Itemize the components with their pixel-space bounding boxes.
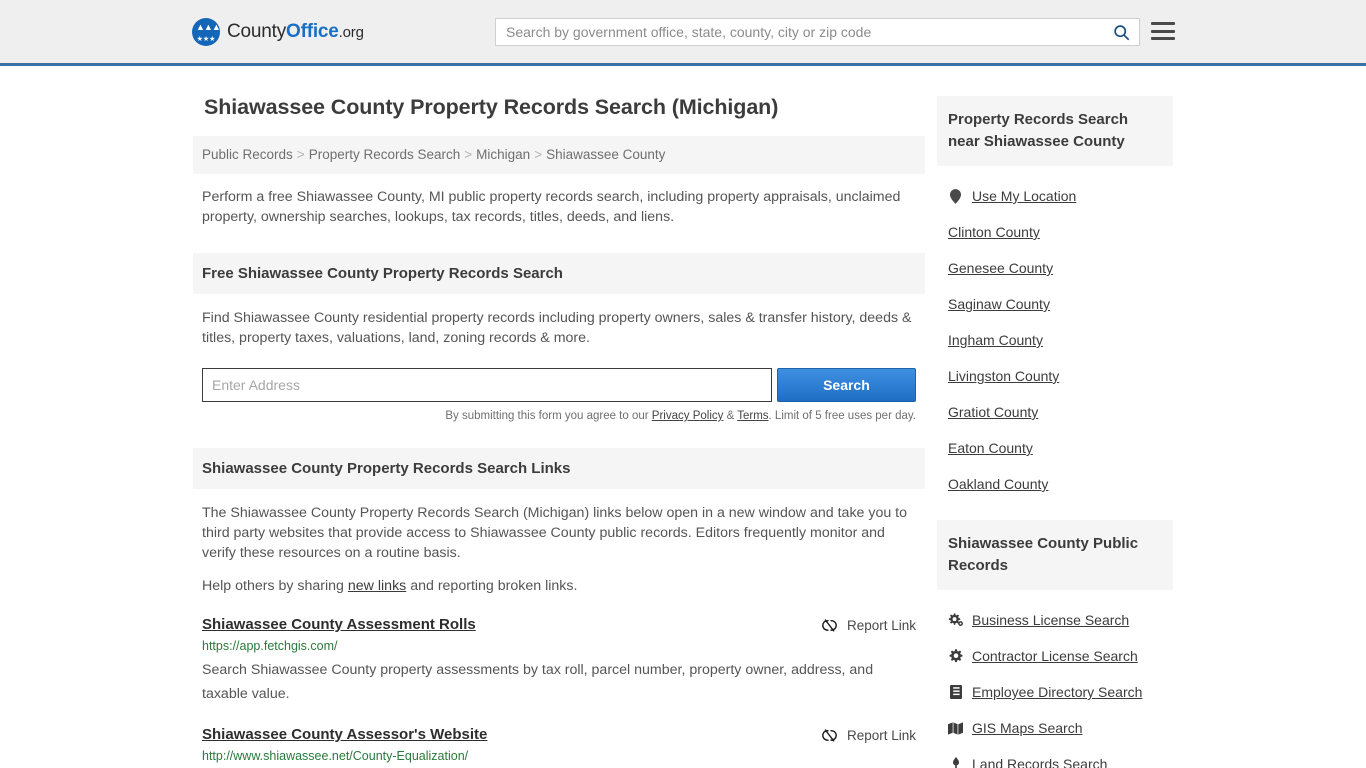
breadcrumb: Public Records > Property Records Search > M…	[193, 136, 925, 174]
sidebar-public-records-link[interactable]: Contractor License Search	[972, 648, 1138, 664]
sidebar-nearby-link[interactable]: Eaton County	[948, 440, 1033, 456]
terms-link[interactable]: Terms	[737, 410, 768, 422]
landmark-icon	[948, 756, 963, 768]
help-suffix: and reporting broken links.	[406, 578, 578, 594]
logo-text-part2: Office	[286, 20, 339, 42]
breadcrumb-item-2[interactable]: Michigan	[476, 147, 530, 162]
hamburger-bar	[1151, 37, 1175, 40]
sidebar-public-records-link[interactable]: Land Records Search	[972, 756, 1107, 768]
sidebar-item-use-my-location[interactable]: Use My Location	[948, 178, 1173, 214]
site-logo-text: CountyOffice.org	[227, 21, 364, 43]
page-body: Shiawassee County Property Records Searc…	[0, 66, 1366, 768]
sidebar-public-records-list: Business License Search Contractor Licen…	[937, 590, 1173, 768]
result-url: https://app.fetchgis.com/	[202, 639, 338, 653]
breadcrumb-item-3[interactable]: Shiawassee County	[546, 147, 665, 162]
hamburger-bar	[1151, 29, 1175, 33]
page-title: Shiawassee County Property Records Searc…	[204, 95, 779, 119]
sidebar-public-records-link[interactable]: Business License Search	[972, 612, 1129, 628]
sidebar-nearby-link[interactable]: Clinton County	[948, 224, 1040, 240]
search-icon	[1113, 24, 1129, 40]
result-item: Shiawassee County Assessment Rolls Repor…	[202, 616, 916, 706]
breadcrumb-separator: >	[534, 147, 543, 162]
map-icon	[948, 720, 963, 736]
breadcrumb-separator: >	[296, 147, 305, 162]
global-search-button[interactable]	[1103, 19, 1139, 45]
sidebar-nearby-link[interactable]: Genesee County	[948, 260, 1053, 276]
sidebar-item-genesee-county[interactable]: Genesee County	[948, 250, 1173, 286]
report-link-button[interactable]: Report Link	[821, 616, 916, 633]
links-section-help: Help others by sharing new links and rep…	[202, 576, 916, 596]
sidebar-public-records-link[interactable]: Employee Directory Search	[972, 684, 1142, 700]
sidebar-public-records-link[interactable]: GIS Maps Search	[972, 720, 1083, 736]
report-link-label: Report Link	[846, 618, 916, 633]
links-section-paragraph: The Shiawassee County Property Records S…	[202, 505, 908, 561]
sidebar: Property Records Search near Shiawassee …	[937, 96, 1173, 768]
report-link-button[interactable]: Report Link	[821, 726, 916, 743]
sidebar-item-eaton-county[interactable]: Eaton County	[948, 430, 1173, 466]
links-section-heading: Shiawassee County Property Records Searc…	[193, 448, 925, 489]
sidebar-item-gis-maps-search[interactable]: GIS Maps Search	[948, 710, 1173, 746]
result-title-link[interactable]: Shiawassee County Assessment Rolls	[202, 616, 476, 633]
breadcrumb-item-1[interactable]: Property Records Search	[309, 147, 461, 162]
sidebar-nearby-link[interactable]: Livingston County	[948, 368, 1059, 384]
sidebar-nearby-list: Use My Location Clinton County Genesee C…	[937, 166, 1173, 502]
result-description: Search Shiawassee County property assess…	[202, 662, 874, 702]
sidebar-nearby-link[interactable]: Gratiot County	[948, 404, 1038, 420]
global-search-box[interactable]	[495, 18, 1140, 46]
disclaimer-amp: &	[723, 410, 738, 422]
help-prefix: Help others by sharing	[202, 578, 348, 594]
hamburger-bar	[1151, 22, 1175, 25]
logo-text-part3: .org	[338, 23, 364, 41]
broken-link-icon	[822, 619, 837, 632]
breadcrumb-separator: >	[464, 147, 473, 162]
result-url: http://www.shiawassee.net/County-Equaliz…	[202, 749, 469, 763]
sidebar-item-oakland-county[interactable]: Oakland County	[948, 466, 1173, 502]
disclaimer-prefix: By submitting this form you agree to our	[445, 410, 652, 422]
global-search-input[interactable]	[496, 19, 1103, 45]
result-item: Shiawassee County Assessor's Website Rep…	[202, 726, 916, 768]
site-header: ▲▲▲ ★★★ CountyOffice.org	[0, 0, 1366, 66]
address-search-form: Search	[202, 368, 916, 402]
sidebar-item-business-license-search[interactable]: Business License Search	[948, 602, 1173, 638]
hamburger-menu-icon[interactable]	[1151, 21, 1175, 41]
logo-text-part1: County	[227, 20, 287, 42]
free-search-description: Find Shiawassee County residential prope…	[202, 310, 912, 346]
form-disclaimer: By submitting this form you agree to our…	[202, 410, 916, 422]
sidebar-item-contractor-license-search[interactable]: Contractor License Search	[948, 638, 1173, 674]
address-input[interactable]	[202, 368, 772, 402]
new-links-link[interactable]: new links	[348, 578, 406, 594]
broken-link-icon	[822, 729, 837, 742]
sidebar-nearby-link[interactable]: Saginaw County	[948, 296, 1050, 312]
sidebar-item-employee-directory-search[interactable]: Employee Directory Search	[948, 674, 1173, 710]
cog-icon	[948, 648, 963, 664]
sidebar-nearby-link[interactable]: Oakland County	[948, 476, 1048, 492]
sidebar-item-livingston-county[interactable]: Livingston County	[948, 358, 1173, 394]
sidebar-item-land-records-search[interactable]: Land Records Search	[948, 746, 1173, 768]
main-content: Shiawassee County Property Records Searc…	[193, 86, 925, 768]
sidebar-nearby-link[interactable]: Use My Location	[972, 188, 1076, 204]
report-link-label: Report Link	[846, 728, 916, 743]
sidebar-nearby-box: Property Records Search near Shiawassee …	[937, 96, 1173, 502]
map-pin-icon	[948, 188, 963, 204]
disclaimer-suffix: . Limit of 5 free uses per day.	[768, 410, 916, 422]
eagle-logo-icon: ▲▲▲ ★★★	[192, 17, 220, 46]
sidebar-item-saginaw-county[interactable]: Saginaw County	[948, 286, 1173, 322]
address-search-button[interactable]: Search	[776, 368, 916, 402]
site-logo[interactable]: ▲▲▲ ★★★ CountyOffice.org	[192, 17, 364, 46]
sidebar-public-records-box: Shiawassee County Public Records Busines…	[937, 520, 1173, 768]
sidebar-nearby-link[interactable]: Ingham County	[948, 332, 1043, 348]
result-title-link[interactable]: Shiawassee County Assessor's Website	[202, 726, 487, 743]
sidebar-item-gratiot-county[interactable]: Gratiot County	[948, 394, 1173, 430]
page-intro-text: Perform a free Shiawassee County, MI pub…	[202, 189, 901, 225]
sidebar-public-records-heading: Shiawassee County Public Records	[937, 520, 1173, 590]
sidebar-nearby-heading: Property Records Search near Shiawassee …	[937, 96, 1173, 166]
sidebar-item-clinton-county[interactable]: Clinton County	[948, 214, 1173, 250]
cogs-icon	[948, 612, 963, 628]
id-card-icon	[948, 684, 963, 700]
privacy-policy-link[interactable]: Privacy Policy	[652, 410, 724, 422]
breadcrumb-item-0[interactable]: Public Records	[202, 147, 293, 162]
free-search-heading: Free Shiawassee County Property Records …	[193, 253, 925, 294]
sidebar-item-ingham-county[interactable]: Ingham County	[948, 322, 1173, 358]
